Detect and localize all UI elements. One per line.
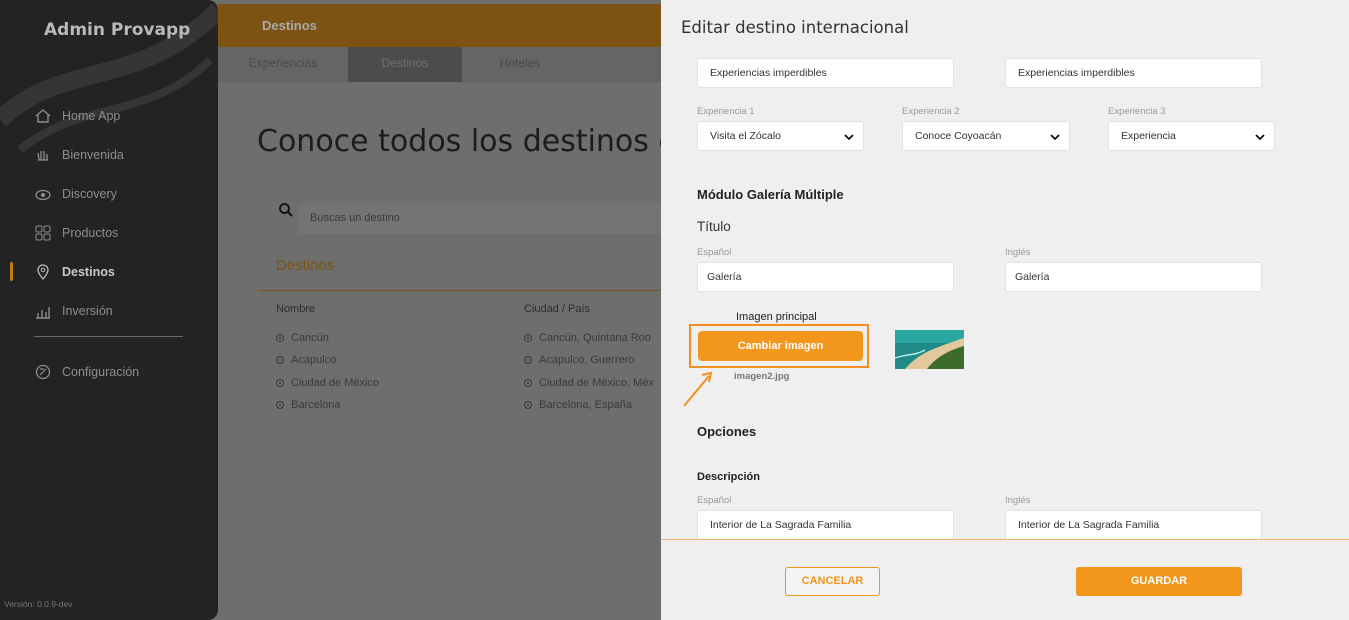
modal-title: Editar destino internacional xyxy=(681,18,909,37)
experience-2-label: Experiencia 2 xyxy=(902,106,960,117)
titulo-label: Título xyxy=(697,219,731,234)
gallery-title-en-input[interactable]: Galería xyxy=(1005,262,1262,292)
sidebar-divider xyxy=(34,336,183,337)
experience-3-label: Experiencia 3 xyxy=(1108,106,1166,117)
column-header-nombre: Nombre xyxy=(276,303,316,315)
sidebar-item-bienvenida[interactable]: Bienvenida xyxy=(0,135,218,174)
search-placeholder: Buscas un destino xyxy=(310,212,400,224)
home-icon xyxy=(34,107,52,125)
grid-icon xyxy=(34,224,52,242)
sidebar-item-label: Discovery xyxy=(62,186,117,201)
table-row-name[interactable]: Ciudad de México xyxy=(276,377,379,389)
experiences-title-en-input[interactable]: Experiencias imperdibles xyxy=(1005,58,1262,88)
experience-1-label: Experiencia 1 xyxy=(697,106,755,117)
modal-footer: CANCELAR GUARDAR xyxy=(661,539,1349,620)
description-title: Descripción xyxy=(697,471,760,483)
table-row-city[interactable]: Cancún, Quintana Roo xyxy=(524,332,651,344)
bullet-icon xyxy=(524,356,532,364)
table-row-name[interactable]: Barcelona xyxy=(276,399,341,411)
edit-destination-modal: Editar destino internacional Experiencia… xyxy=(661,0,1349,620)
search-icon xyxy=(279,203,293,217)
sidebar-item-label: Home App xyxy=(62,108,121,123)
tab-destinos[interactable]: Destinos xyxy=(348,47,462,82)
sidebar-item-label: Destinos xyxy=(62,264,115,279)
experience-1-select[interactable]: Visita el Zócalo xyxy=(697,121,864,151)
image-filename: imagen2.jpg xyxy=(734,371,790,382)
table-row-name[interactable]: Acapulco xyxy=(276,354,336,366)
description-es-input[interactable]: Interior de La Sagrada Familia xyxy=(697,510,954,539)
sidebar-item-destinos[interactable]: Destinos xyxy=(0,252,218,291)
sidebar-item-configuracion[interactable]: Configuración xyxy=(0,352,218,391)
table-row-city[interactable]: Barcelona, España xyxy=(524,399,632,411)
chart-icon xyxy=(34,302,52,320)
bullet-icon xyxy=(524,379,532,387)
section-title: Destinos xyxy=(276,257,335,274)
lang-es-label: Español xyxy=(697,495,732,506)
save-button[interactable]: GUARDAR xyxy=(1076,567,1242,596)
sidebar-item-label: Productos xyxy=(62,225,119,240)
sidebar-nav: Home App Bienvenida Discovery Productos … xyxy=(0,96,218,330)
main-image-label: Imagen principal xyxy=(736,311,817,323)
gallery-title-es-input[interactable]: Galería xyxy=(697,262,954,292)
sidebar-item-productos[interactable]: Productos xyxy=(0,213,218,252)
eye-icon xyxy=(34,185,52,203)
table-row-city[interactable]: Ciudad de México, Méx xyxy=(524,377,654,389)
experience-2-select[interactable]: Conoce Coyoacán xyxy=(902,121,1070,151)
change-image-button[interactable]: Cambiar imagen xyxy=(698,331,863,361)
description-en-input[interactable]: Interior de La Sagrada Familia xyxy=(1005,510,1262,539)
image-thumbnail xyxy=(895,330,964,369)
lang-en-label: Inglés xyxy=(1005,247,1031,258)
wave-hand-icon xyxy=(34,146,52,164)
table-row-city[interactable]: Acapulco, Guerrero xyxy=(524,354,634,366)
bullet-icon xyxy=(276,356,284,364)
gallery-module-title: Módulo Galería Múltiple xyxy=(697,187,844,202)
chevron-down-icon xyxy=(1050,134,1060,141)
page-title: Destinos xyxy=(262,18,317,33)
table-row-name[interactable]: Cancún xyxy=(276,332,329,344)
bullet-icon xyxy=(276,401,284,409)
sidebar-item-label: Configuración xyxy=(62,364,140,379)
bullet-icon xyxy=(276,379,284,387)
sidebar-item-inversion[interactable]: Inversión xyxy=(0,291,218,330)
settings-icon xyxy=(34,363,52,381)
sidebar-item-label: Bienvenida xyxy=(62,147,124,162)
brand-logo: Admin Provapp xyxy=(44,20,191,40)
cancel-button[interactable]: CANCELAR xyxy=(785,567,880,596)
sidebar-item-label: Inversión xyxy=(62,303,113,318)
tab-hoteles[interactable]: Hoteles xyxy=(462,47,578,82)
options-title: Opciones xyxy=(697,424,757,439)
sidebar: Admin Provapp Home App Bienvenida Discov… xyxy=(0,0,218,620)
pointer-arrow-icon xyxy=(683,371,713,407)
location-pin-icon xyxy=(34,263,52,281)
bullet-icon xyxy=(276,334,284,342)
tab-experiencias[interactable]: Experiencias xyxy=(218,47,348,82)
headline: Conoce todos los destinos q xyxy=(257,124,678,159)
experience-3-select[interactable]: Experiencia xyxy=(1108,121,1275,151)
experiences-title-es-input[interactable]: Experiencias imperdibles xyxy=(697,58,954,88)
lang-es-label: Español xyxy=(697,247,732,258)
section-divider xyxy=(258,290,678,291)
column-header-ciudad: Ciudad / País xyxy=(524,303,591,315)
version-text: Versión: 0.0.9-dev xyxy=(4,599,73,609)
sidebar-item-discovery[interactable]: Discovery xyxy=(0,174,218,213)
sidebar-item-home-app[interactable]: Home App xyxy=(0,96,218,135)
bullet-icon xyxy=(524,334,532,342)
bullet-icon xyxy=(524,401,532,409)
modal-body[interactable]: Experiencias imperdibles Experiencias im… xyxy=(661,50,1349,539)
lang-en-label: Inglés xyxy=(1005,495,1031,506)
chevron-down-icon xyxy=(1255,134,1265,141)
chevron-down-icon xyxy=(844,134,854,141)
